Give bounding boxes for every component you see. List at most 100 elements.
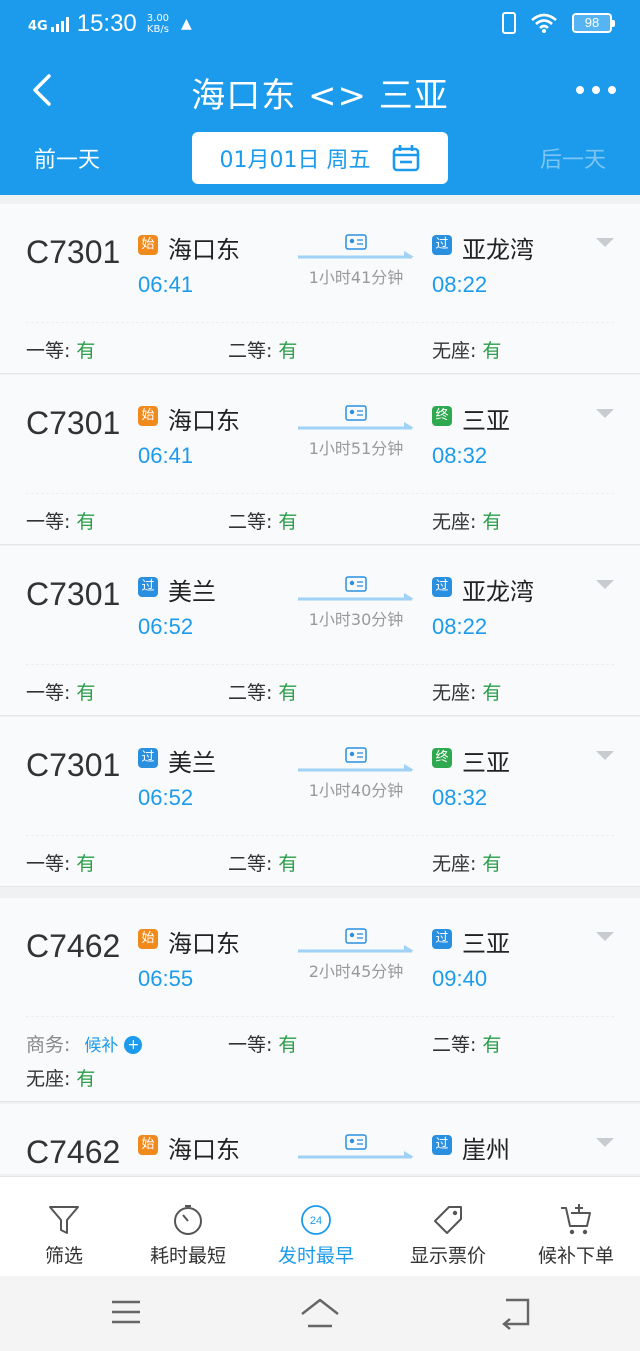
- departure-station: 海口东: [168, 930, 240, 958]
- ticket-arrow-icon: [298, 576, 414, 601]
- ticket-arrow-icon: [298, 1134, 414, 1159]
- origin-badge: 始: [138, 929, 158, 949]
- upload-icon: ▲: [181, 16, 192, 32]
- route-title: 海口东 <> 三亚: [191, 76, 449, 116]
- departure-station: 海口东: [168, 236, 240, 264]
- date-bar: 前一天 01月01日 周五 后一天: [0, 130, 640, 186]
- train-card[interactable]: C7301 始 海口东 06:41 1小时51分钟 终 三亚 08:32 一等:…: [0, 375, 640, 545]
- seat-second-class: 二等: 有: [228, 682, 298, 704]
- seat-second-class: 二等: 有: [228, 853, 298, 875]
- seat-second-class: 二等: 有: [432, 1034, 502, 1056]
- train-card[interactable]: C7301 过 美兰 06:52 1小时30分钟 过 亚龙湾 08:22 一等:…: [0, 546, 640, 716]
- pass-badge: 过: [432, 1135, 452, 1155]
- train-list[interactable]: C7301 始 海口东 06:41 1小时41分钟 过 亚龙湾 08:22 一等…: [0, 204, 640, 1174]
- seat-first-class: 一等: 有: [26, 511, 96, 533]
- pass-badge: 过: [432, 929, 452, 949]
- expand-icon[interactable]: [596, 409, 614, 418]
- seat-first-class: 一等: 有: [26, 340, 96, 362]
- arrival-station: 三亚: [462, 407, 510, 435]
- train-number: C7301: [26, 576, 121, 612]
- departure-station: 海口东: [168, 1136, 240, 1164]
- train-card[interactable]: C7462 始 海口东 06:55 2小时45分钟 过 三亚 09:40 商务:…: [0, 898, 640, 1102]
- train-number: C7301: [26, 747, 121, 783]
- seat-no-seat: 无座: 有: [26, 1068, 96, 1090]
- pass-badge: 过: [138, 748, 158, 768]
- add-waitlist-icon[interactable]: +: [124, 1036, 143, 1054]
- expand-icon[interactable]: [596, 751, 614, 760]
- arrival-station: 崖州: [462, 1136, 510, 1164]
- train-card[interactable]: C7462 始 海口东 过 崖州: [0, 1104, 640, 1174]
- origin-badge: 始: [138, 406, 158, 426]
- wifi-icon: [531, 13, 557, 33]
- arrival-time: 08:32: [432, 785, 488, 810]
- arrival-station: 三亚: [462, 930, 510, 958]
- home-icon[interactable]: [298, 1292, 342, 1332]
- arrival-time: 08:32: [432, 443, 488, 468]
- system-nav-bar: [0, 1276, 640, 1351]
- battery-icon: 98: [572, 13, 615, 33]
- cart-plus-icon: [561, 1204, 591, 1235]
- calendar-icon: [393, 145, 420, 172]
- seat-no-seat: 无座: 有: [432, 340, 502, 362]
- ticket-arrow-icon: [298, 405, 414, 430]
- sort-earliest-button[interactable]: 24 发时最早: [266, 1177, 366, 1277]
- travel-duration: 1小时51分钟: [308, 439, 404, 458]
- more-button[interactable]: [576, 74, 616, 106]
- seat-first-class: 一等: 有: [228, 1034, 298, 1056]
- clock: 15:30: [76, 10, 137, 37]
- clock-24-label: 24: [310, 1215, 322, 1227]
- arrival-time: 09:40: [432, 966, 488, 991]
- bottom-toolbar: 筛选 耗时最短 24 发时最早 显示票价 候补下单: [0, 1176, 640, 1276]
- nav-bar: 海口东 <> 三亚: [0, 60, 640, 120]
- expand-icon[interactable]: [596, 932, 614, 941]
- pass-badge: 过: [432, 235, 452, 255]
- next-day-button[interactable]: 后一天: [540, 142, 606, 174]
- seat-no-seat: 无座: 有: [432, 511, 502, 533]
- date-picker[interactable]: 01月01日 周五: [192, 132, 448, 184]
- train-card[interactable]: C7301 始 海口东 06:41 1小时41分钟 过 亚龙湾 08:22 一等…: [0, 204, 640, 374]
- seat-business-class: 商务: 候补 +: [26, 1030, 143, 1057]
- train-number: C7301: [26, 234, 121, 270]
- timer-icon: [174, 1205, 202, 1235]
- filter-button[interactable]: 筛选: [14, 1177, 114, 1277]
- seat-first-class: 一等: 有: [26, 853, 96, 875]
- price-tag-icon: [434, 1206, 462, 1234]
- seat-second-class: 二等: 有: [228, 340, 298, 362]
- arrival-time: 08:22: [432, 614, 488, 639]
- seat-no-seat: 无座: 有: [432, 682, 502, 704]
- ticket-arrow-icon: [298, 234, 414, 259]
- travel-duration: 1小时41分钟: [308, 268, 404, 287]
- waitlist-link[interactable]: 候补: [84, 1036, 118, 1056]
- prev-day-button[interactable]: 前一天: [34, 142, 100, 174]
- departure-time: 06:41: [138, 272, 194, 297]
- departure-station: 海口东: [168, 407, 240, 435]
- status-bar: 4G 15:30 3.00 KB/s ▲ 98: [0, 0, 640, 50]
- departure-time: 06:52: [138, 785, 194, 810]
- train-card[interactable]: C7301 过 美兰 06:52 1小时40分钟 终 三亚 08:32 一等: 有…: [0, 717, 640, 887]
- menu-icon[interactable]: [104, 1292, 148, 1332]
- expand-icon[interactable]: [596, 580, 614, 589]
- arrival-time: 08:22: [432, 272, 488, 297]
- travel-duration: 1小时40分钟: [308, 781, 404, 800]
- train-number: C7301: [26, 405, 121, 441]
- ticket-arrow-icon: [298, 747, 414, 772]
- show-price-button[interactable]: 显示票价: [398, 1177, 498, 1277]
- expand-icon[interactable]: [596, 1138, 614, 1147]
- return-icon[interactable]: [494, 1292, 538, 1332]
- seat-second-class: 二等: 有: [228, 511, 298, 533]
- departure-time: 06:55: [138, 966, 194, 991]
- departure-time: 06:41: [138, 443, 194, 468]
- waitlist-order-button[interactable]: 候补下单: [526, 1177, 626, 1277]
- departure-station: 美兰: [168, 578, 216, 606]
- sort-shortest-button[interactable]: 耗时最短: [138, 1177, 238, 1277]
- clock-24-icon: 24: [301, 1205, 331, 1235]
- expand-icon[interactable]: [596, 238, 614, 247]
- departure-time: 06:52: [138, 614, 194, 639]
- network-indicator: 4G: [28, 16, 69, 33]
- vibrate-icon: [502, 12, 516, 34]
- terminal-badge: 终: [432, 748, 452, 768]
- arrival-station: 亚龙湾: [462, 578, 534, 606]
- more-dots-icon: [576, 86, 584, 94]
- seat-no-seat: 无座: 有: [432, 853, 502, 875]
- train-number: C7462: [26, 1134, 121, 1170]
